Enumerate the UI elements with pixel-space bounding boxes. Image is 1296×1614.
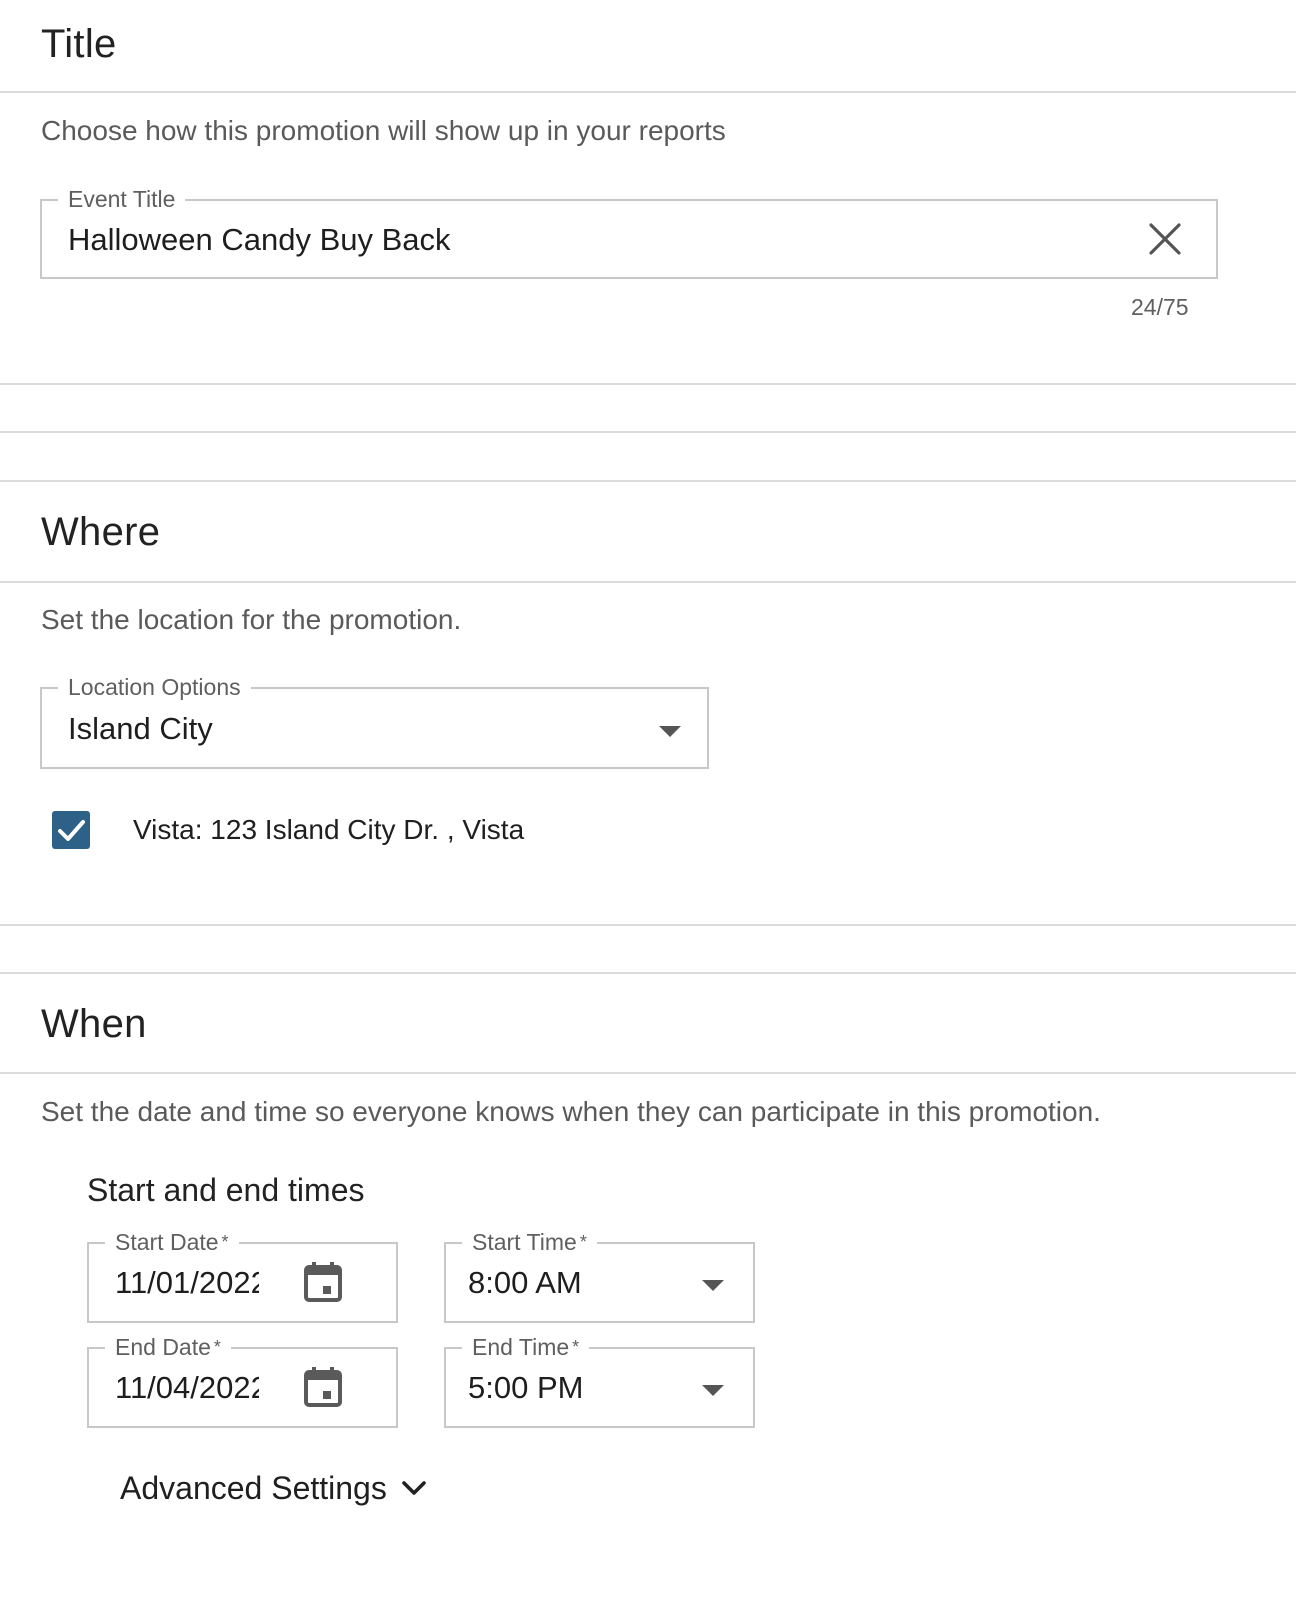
end-date-label: End Date *	[105, 1333, 231, 1361]
close-icon[interactable]	[1148, 222, 1182, 256]
location-checkbox[interactable]	[52, 811, 90, 849]
where-section-description: Set the location for the promotion.	[41, 604, 462, 635]
divider	[0, 581, 1296, 583]
start-date-field[interactable]: Start Date * 11/01/2022	[87, 1228, 398, 1323]
event-title-label: Event Title	[58, 185, 186, 213]
calendar-icon[interactable]	[302, 1365, 344, 1414]
calendar-icon[interactable]	[302, 1260, 344, 1309]
location-checkbox-label: Vista: 123 Island City Dr. , Vista	[133, 814, 525, 845]
divider	[0, 480, 1296, 482]
dropdown-caret-icon	[659, 726, 681, 737]
end-time-select[interactable]: End Time * 5:00 PM	[444, 1333, 755, 1428]
advanced-settings-toggle[interactable]: Advanced Settings	[120, 1466, 427, 1510]
checkmark-icon	[58, 820, 85, 841]
start-end-times-subheading: Start and end times	[87, 1172, 365, 1208]
location-select-value: Island City	[68, 711, 213, 746]
divider	[0, 383, 1296, 385]
start-time-label: Start Time *	[462, 1228, 597, 1256]
where-section-heading: Where	[41, 510, 161, 554]
divider	[0, 924, 1296, 926]
start-date-label: Start Date *	[105, 1228, 239, 1256]
character-count: 24/75	[1131, 294, 1189, 320]
chevron-down-icon	[401, 1479, 427, 1497]
start-time-value: 8:00 AM	[468, 1265, 582, 1300]
end-date-input[interactable]: 11/04/2022	[115, 1369, 259, 1407]
divider	[0, 1072, 1296, 1074]
start-date-input[interactable]: 11/01/2022	[115, 1264, 259, 1302]
end-time-value: 5:00 PM	[468, 1370, 584, 1405]
event-title-input[interactable]: Halloween Candy Buy Back	[68, 221, 1128, 259]
event-title-field[interactable]: Event Title Halloween Candy Buy Back	[40, 185, 1218, 279]
when-section-description: Set the date and time so everyone knows …	[41, 1096, 1101, 1127]
when-section-heading: When	[41, 1002, 147, 1046]
end-time-label: End Time *	[462, 1333, 590, 1361]
divider	[0, 431, 1296, 433]
start-time-select[interactable]: Start Time * 8:00 AM	[444, 1228, 755, 1323]
title-section-heading: Title	[41, 22, 117, 66]
location-options-label: Location Options	[58, 673, 251, 701]
divider	[0, 972, 1296, 974]
location-options-select[interactable]: Location Options Island City	[40, 673, 709, 769]
end-date-field[interactable]: End Date * 11/04/2022	[87, 1333, 398, 1428]
divider	[0, 91, 1296, 93]
dropdown-caret-icon	[702, 1385, 724, 1396]
dropdown-caret-icon	[702, 1280, 724, 1291]
advanced-settings-label: Advanced Settings	[120, 1470, 387, 1506]
title-section-description: Choose how this promotion will show up i…	[41, 115, 726, 146]
